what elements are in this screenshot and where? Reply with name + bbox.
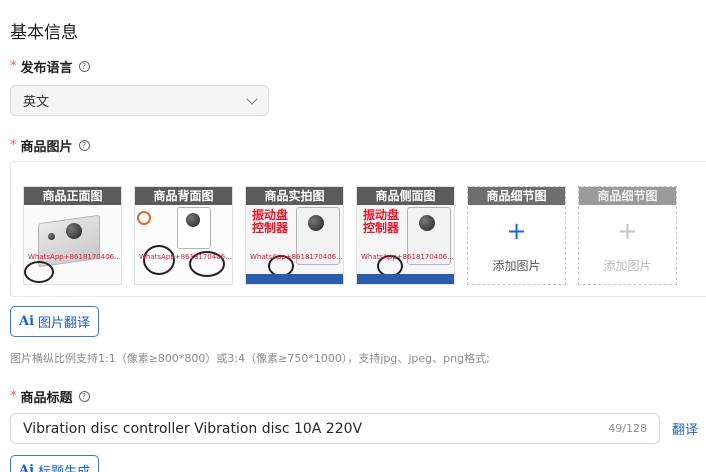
image-format-hint: 图片横纵比例支持1:1（像素≥800*800）或3:4（像素≥750*1000）… <box>10 352 490 365</box>
required-mark: * <box>10 389 17 404</box>
help-icon[interactable]: ? <box>78 61 90 72</box>
section-title: 基本信息 <box>10 23 78 43</box>
plus-icon: + <box>617 217 638 245</box>
product-photo: 振动盘控制器 WhatsApp+8618170406... <box>246 205 343 284</box>
image-translate-button[interactable]: Ai 图片翻译 <box>10 306 100 337</box>
required-mark: * <box>10 59 17 74</box>
image-slot-header: 商品实拍图 <box>246 187 343 205</box>
image-slot-detail-disabled: 商品细节图 + 添加图片 <box>578 186 677 285</box>
help-icon[interactable]: ? <box>78 391 90 402</box>
language-select[interactable]: 英文 <box>10 85 269 116</box>
watermark: WhatsApp+8618170406... <box>139 253 232 261</box>
title-generate-button[interactable]: Ai 标题生成 <box>10 455 100 472</box>
image-slot-header: 商品细节图 <box>579 187 676 205</box>
add-image-label: 添加图片 <box>492 259 541 273</box>
help-icon[interactable]: ? <box>78 140 90 151</box>
ai-icon: Ai <box>19 314 35 329</box>
ai-icon: Ai <box>19 463 35 472</box>
image-slot-detail[interactable]: 商品细节图 + 添加图片 <box>467 186 566 285</box>
watermark: WhatsApp+8618170406... <box>28 253 121 261</box>
image-slot-header: 商品正面图 <box>24 187 121 205</box>
promo-text: 振动盘控制器 <box>363 208 400 235</box>
language-label-text: 发布语言 <box>20 61 73 76</box>
product-title-input[interactable]: Vibration disc controller Vibration disc… <box>10 413 660 444</box>
watermark: WhatsApp+8618170406... <box>361 253 454 261</box>
translate-link[interactable]: 翻译 <box>672 419 698 438</box>
language-select-value: 英文 <box>23 95 50 110</box>
image-slot-real[interactable]: 商品实拍图 振动盘控制器 WhatsApp+8618170406... <box>245 186 344 285</box>
image-slot-header: 商品侧面图 <box>357 187 454 205</box>
image-slot-side[interactable]: 商品侧面图 振动盘控制器 WhatsApp+8618170406... <box>356 186 455 285</box>
promo-text: 振动盘控制器 <box>252 208 289 235</box>
title-label-text: 商品标题 <box>20 391 73 406</box>
title-label: * 商品标题 ? <box>10 387 90 406</box>
chevron-down-icon <box>246 92 258 105</box>
image-slot-header: 商品细节图 <box>468 187 565 205</box>
product-photo: WhatsApp+8618170406... <box>24 205 121 284</box>
product-photo: 振动盘控制器 WhatsApp+8618170406... <box>357 205 454 284</box>
product-title-value: Vibration disc controller Vibration disc… <box>23 420 363 437</box>
title-generate-label: 标题生成 <box>38 461 90 472</box>
product-photo: WhatsApp+8618170406... <box>135 205 232 284</box>
image-slot-header: 商品背面图 <box>135 187 232 205</box>
image-slot-back[interactable]: 商品背面图 WhatsApp+8618170406... <box>134 186 233 285</box>
required-mark: * <box>10 138 17 153</box>
images-label: * 商品图片 ? <box>10 136 90 155</box>
images-label-text: 商品图片 <box>20 140 73 155</box>
image-translate-label: 图片翻译 <box>38 316 91 331</box>
add-image-label: 添加图片 <box>603 259 652 273</box>
char-counter: 49/128 <box>608 422 647 435</box>
watermark: WhatsApp+8618170406... <box>250 253 343 261</box>
image-slot-front[interactable]: 商品正面图 WhatsApp+8618170406... <box>23 186 122 285</box>
language-label: * 发布语言 ? <box>10 57 90 76</box>
plus-icon: + <box>506 217 527 245</box>
